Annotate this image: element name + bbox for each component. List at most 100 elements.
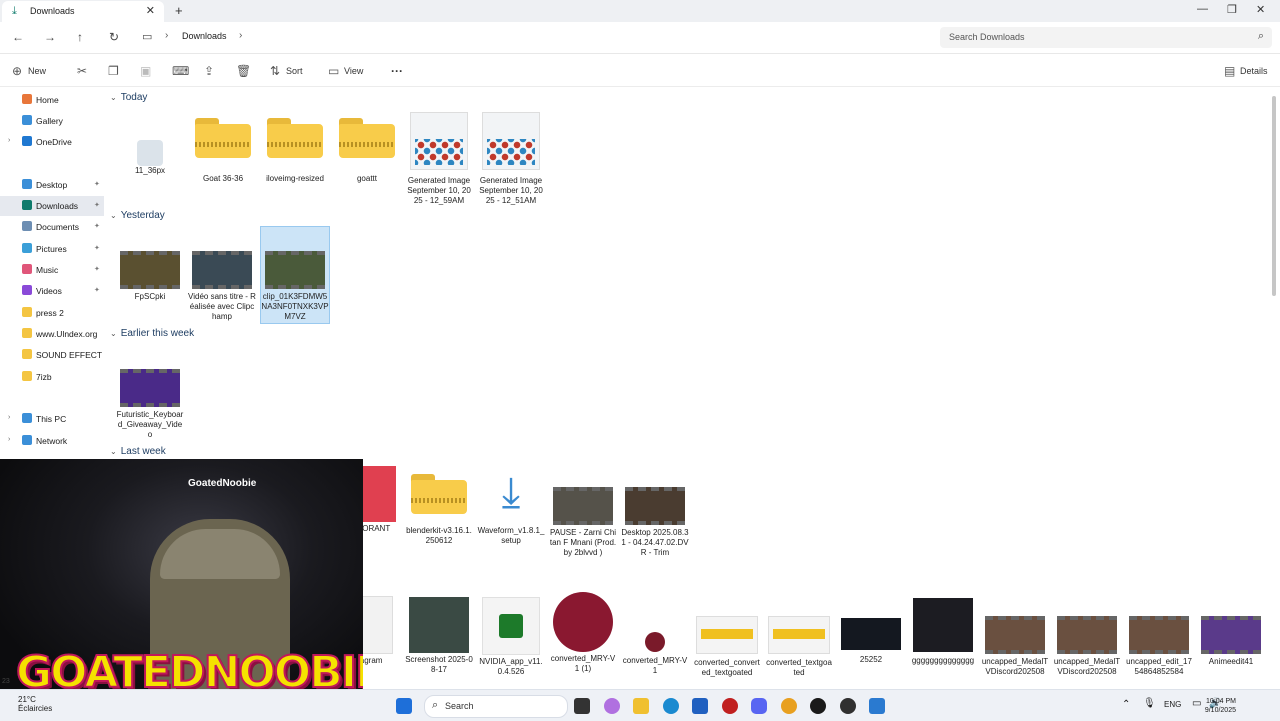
video-item[interactable]: Animeedit41 (1197, 616, 1265, 667)
delete-icon[interactable]: 🗑 (236, 64, 251, 78)
taskbar-search[interactable]: ⌕ Search (424, 695, 568, 718)
search-input[interactable]: Search Downloads (949, 32, 1025, 42)
sidebar-item-network[interactable]: › Network (0, 431, 104, 451)
sidebar-item-ulndex[interactable]: www.Ulndex.org (0, 324, 104, 344)
forward-button[interactable]: → (44, 30, 56, 44)
sidebar-item-gallery[interactable]: Gallery (0, 111, 104, 131)
tab-downloads[interactable]: ⤓ Downloads ✕ (2, 1, 164, 22)
image-item[interactable]: converted_textgoated (765, 616, 833, 678)
view-button[interactable]: View (344, 66, 363, 76)
app-icon[interactable] (840, 698, 856, 714)
network-icon[interactable]: ▭ (1192, 698, 1201, 709)
tab-close-button[interactable]: ✕ (146, 4, 155, 17)
file-item[interactable]: 11_36px (116, 140, 184, 176)
store-icon[interactable] (692, 698, 708, 714)
sort-icon: ⇅ (270, 64, 281, 78)
cut-icon[interactable]: ✂ (77, 64, 87, 78)
discord-icon[interactable] (751, 698, 767, 714)
microphone-icon[interactable]: 🎙 (1143, 698, 1156, 709)
installer-item[interactable]: NVIDIA_app_v11.0.4.526 (477, 597, 545, 677)
image-item[interactable]: Screenshot 2025-08-17 (405, 597, 473, 675)
sidebar-item-videos[interactable]: Videos ✦ (0, 281, 104, 301)
video-item[interactable]: Vidéo sans titre - Réalisée avec Clipcha… (188, 251, 256, 322)
language-indicator[interactable]: ENG (1164, 700, 1181, 709)
video-item-selected[interactable]: clip_01K3FDMW5NA3NF0TNXK3VPM7VZ (260, 226, 330, 324)
app-icon[interactable] (722, 698, 738, 714)
chevron-right-icon[interactable]: › (8, 137, 10, 144)
weather-widget[interactable]: 21°C Éclaircies (18, 695, 52, 713)
chevron-up-icon[interactable]: ⌃ (1122, 699, 1130, 710)
new-tab-button[interactable]: + (175, 3, 183, 18)
group-header-earlier[interactable]: ⌄ Earlier this week (110, 328, 194, 339)
video-item[interactable]: uncapped_MedalTVDiscord202508 (981, 616, 1049, 677)
video-item[interactable]: Desktop 2025.08.31 - 04.24.47.02.DVR - T… (621, 487, 689, 558)
sidebar-item-sound-effect[interactable]: SOUND EFFECT STI (0, 345, 104, 365)
sidebar-item-downloads[interactable]: Downloads ✦ (0, 196, 104, 216)
address-bar[interactable]: ▭ › Downloads › (135, 27, 930, 48)
refresh-button[interactable]: ↻ (109, 30, 119, 44)
sidebar-item-pictures[interactable]: Pictures ✦ (0, 239, 104, 259)
edge-icon[interactable] (663, 698, 679, 714)
obs-icon[interactable] (810, 698, 826, 714)
share-icon[interactable]: ⇪ (204, 64, 214, 78)
video-item[interactable]: FpSCpki (116, 251, 184, 302)
task-view-icon[interactable] (574, 698, 590, 714)
clock[interactable]: 10:04 PM 9/10/2025 (1205, 697, 1236, 715)
search-box[interactable]: Search Downloads ⌕ (940, 27, 1272, 48)
copilot-icon[interactable] (604, 698, 620, 714)
video-item[interactable]: uncapped_edit_1754864852584 (1125, 616, 1193, 677)
maximize-button[interactable]: ❐ (1227, 3, 1237, 16)
sidebar-item-this-pc[interactable]: › This PC (0, 409, 104, 429)
file-explorer-icon[interactable] (633, 698, 649, 714)
zip-folder-item[interactable]: Goat 36-36 (189, 118, 257, 184)
paste-icon[interactable]: ▣ (140, 64, 151, 78)
video-item[interactable]: Futuristic_Keyboard_Giveaway_Video (116, 369, 184, 440)
chevron-right-icon[interactable]: › (8, 436, 10, 443)
sidebar-item-music[interactable]: Music ✦ (0, 260, 104, 280)
sidebar-item-press-2[interactable]: press 2 (0, 303, 104, 323)
video-item[interactable]: uncapped_MedalTVDiscord202508 (1053, 616, 1121, 677)
up-button[interactable]: ↑ (77, 30, 83, 44)
app-icon[interactable] (869, 698, 885, 714)
sidebar-item-documents[interactable]: Documents ✦ (0, 217, 104, 237)
more-options-button[interactable]: ··· (391, 64, 403, 78)
breadcrumb-downloads[interactable]: Downloads (182, 31, 227, 41)
group-header-today[interactable]: ⌄ Today (110, 92, 147, 103)
nvidia-icon (482, 597, 540, 655)
rename-icon[interactable]: ⌨ (172, 64, 189, 78)
video-thumbnail (1129, 616, 1189, 654)
sidebar-item-home[interactable]: Home (0, 90, 104, 110)
sort-button[interactable]: Sort (286, 66, 303, 76)
chevron-right-icon[interactable]: › (8, 414, 10, 421)
zip-folder-item[interactable]: iloveimg-resized (261, 118, 329, 184)
image-item[interactable]: converted_converted_textgoated (693, 616, 761, 678)
image-item[interactable]: converted_MRY-V1 (1) (549, 592, 617, 674)
image-item[interactable]: Generated Image September 10, 2025 - 12_… (477, 112, 545, 206)
new-button[interactable]: New (28, 66, 46, 76)
taskbar-search-input[interactable]: Search (445, 701, 474, 711)
computer-icon (22, 413, 32, 423)
sidebar-item-7izb[interactable]: 7izb (0, 367, 104, 387)
video-item[interactable]: PAUSE - Zarni Chitan F Mnani (Prod. by 2… (549, 487, 617, 558)
image-item[interactable]: gggggggggggggg (909, 598, 977, 666)
start-icon[interactable] (396, 698, 412, 714)
chrome-icon[interactable] (781, 698, 797, 714)
chevron-right-icon: › (239, 30, 243, 41)
image-item[interactable]: converted_MRY-V1 (621, 632, 689, 676)
close-window-button[interactable]: ✕ (1256, 3, 1265, 16)
video-thumbnail (1201, 616, 1261, 654)
sidebar-item-desktop[interactable]: Desktop ✦ (0, 175, 104, 195)
installer-item[interactable]: ⤓ Waveform_v1.8.1_setup (477, 466, 545, 546)
image-item[interactable]: 25252 (837, 618, 905, 665)
vertical-scrollbar[interactable] (1272, 96, 1276, 296)
zip-folder-item[interactable]: blenderkit-v3.16.1.250612 (405, 474, 473, 546)
details-button[interactable]: Details (1240, 66, 1268, 76)
zip-folder-item[interactable]: goattt (333, 118, 401, 184)
group-header-last-week[interactable]: ⌄ Last week (110, 446, 166, 457)
copy-icon[interactable]: ❐ (108, 64, 119, 78)
image-item[interactable]: Generated Image September 10, 2025 - 12_… (405, 112, 473, 206)
group-header-yesterday[interactable]: ⌄ Yesterday (110, 210, 165, 221)
minimize-button[interactable]: — (1197, 3, 1208, 15)
back-button[interactable]: ← (12, 30, 24, 44)
sidebar-item-onedrive[interactable]: › OneDrive (0, 132, 104, 152)
